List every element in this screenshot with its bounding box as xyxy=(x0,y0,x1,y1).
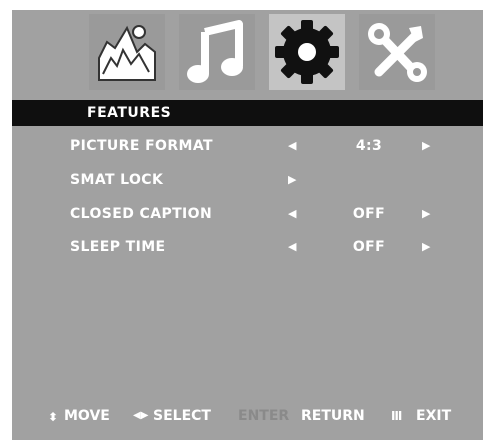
gear-icon xyxy=(275,20,339,84)
right-arrow-icon[interactable]: ▶ xyxy=(422,207,431,220)
enter-key-label: ENTER xyxy=(238,408,290,424)
exit-hint: EXIT xyxy=(416,408,452,424)
menu-row-sleep-time[interactable]: SLEEP TIME ◀ OFF ▶ xyxy=(12,237,483,259)
left-arrow-icon[interactable]: ◀ xyxy=(288,207,297,220)
tab-picture[interactable] xyxy=(89,14,165,90)
row-label: SMAT LOCK xyxy=(70,172,164,188)
enter-arrow-icon[interactable]: ▶ xyxy=(288,173,297,186)
row-value: OFF xyxy=(352,239,386,255)
row-label: PICTURE FORMAT xyxy=(70,138,213,154)
menu-title: FEATURES xyxy=(87,105,172,121)
footer-hints: ⬍ MOVE ◀▶ SELECT ENTER RETURN Ⅲ EXIT xyxy=(12,408,483,430)
tab-setup[interactable] xyxy=(359,14,435,90)
row-label: CLOSED CAPTION xyxy=(70,206,213,222)
menu-row-smat-lock[interactable]: SMAT LOCK ▶ xyxy=(12,170,483,192)
left-right-arrows-icon: ◀▶ xyxy=(133,410,149,421)
left-arrow-icon[interactable]: ◀ xyxy=(288,139,297,152)
menu-row-picture-format[interactable]: PICTURE FORMAT ◀ 4:3 ▶ xyxy=(12,136,483,158)
tools-icon xyxy=(368,23,427,82)
row-value: 4:3 xyxy=(355,138,383,154)
menu-row-closed-caption[interactable]: CLOSED CAPTION ◀ OFF ▶ xyxy=(12,204,483,226)
osd-menu-panel: FEATURES PICTURE FORMAT ◀ 4:3 ▶ SMAT LOC… xyxy=(12,10,483,440)
select-hint: SELECT xyxy=(153,408,211,424)
right-arrow-icon[interactable]: ▶ xyxy=(422,139,431,152)
move-hint: MOVE xyxy=(64,408,110,424)
exit-key-icon: Ⅲ xyxy=(391,409,403,423)
up-down-arrows-icon: ⬍ xyxy=(48,410,59,424)
row-value: OFF xyxy=(352,206,386,222)
right-arrow-icon[interactable]: ▶ xyxy=(422,240,431,253)
return-hint: RETURN xyxy=(301,408,365,424)
left-arrow-icon[interactable]: ◀ xyxy=(288,240,297,253)
row-label: SLEEP TIME xyxy=(70,239,166,255)
menu-header-bar: FEATURES xyxy=(12,100,483,126)
picture-icon xyxy=(98,25,156,81)
tab-features[interactable] xyxy=(269,14,345,90)
music-note-icon xyxy=(187,20,243,83)
tab-music[interactable] xyxy=(179,14,255,90)
